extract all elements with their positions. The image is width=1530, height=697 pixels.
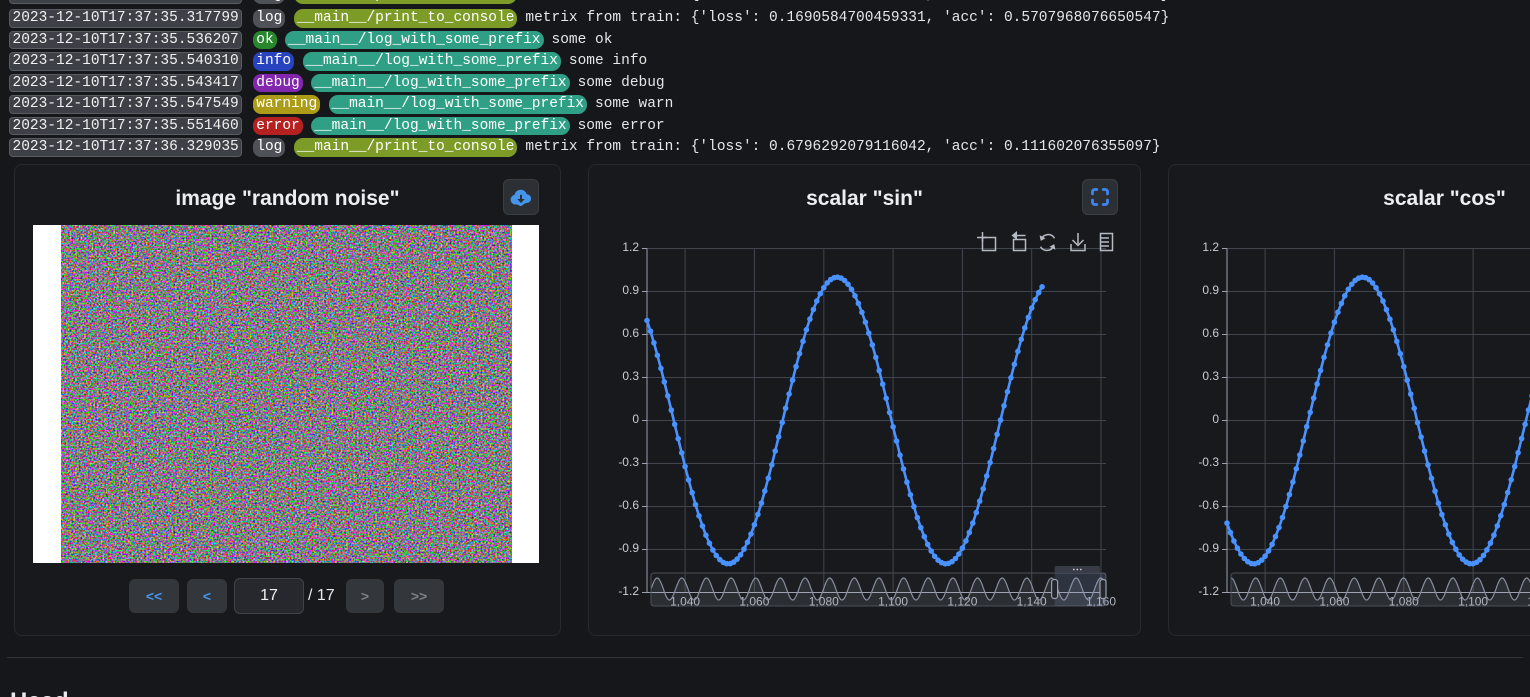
svg-text:1.2: 1.2 bbox=[1202, 240, 1219, 254]
svg-text:-0.3: -0.3 bbox=[1198, 455, 1219, 469]
svg-text:-1.2: -1.2 bbox=[1198, 584, 1219, 598]
svg-text:-0.3: -0.3 bbox=[618, 455, 639, 469]
svg-text:1.2: 1.2 bbox=[622, 240, 639, 254]
svg-text:0.6: 0.6 bbox=[1202, 326, 1219, 340]
svg-text:-0.6: -0.6 bbox=[618, 498, 639, 512]
svg-text:-0.9: -0.9 bbox=[1198, 541, 1219, 555]
svg-text:0.3: 0.3 bbox=[622, 369, 639, 383]
svg-text:0.9: 0.9 bbox=[622, 283, 639, 297]
svg-text:-1.2: -1.2 bbox=[618, 584, 639, 598]
svg-text:0: 0 bbox=[1212, 412, 1219, 426]
svg-text:0.3: 0.3 bbox=[1202, 369, 1219, 383]
svg-text:0.6: 0.6 bbox=[622, 326, 639, 340]
svg-text:-0.6: -0.6 bbox=[1198, 498, 1219, 512]
svg-text:0.9: 0.9 bbox=[1202, 283, 1219, 297]
svg-text:-0.9: -0.9 bbox=[618, 541, 639, 555]
svg-text:0: 0 bbox=[632, 412, 639, 426]
